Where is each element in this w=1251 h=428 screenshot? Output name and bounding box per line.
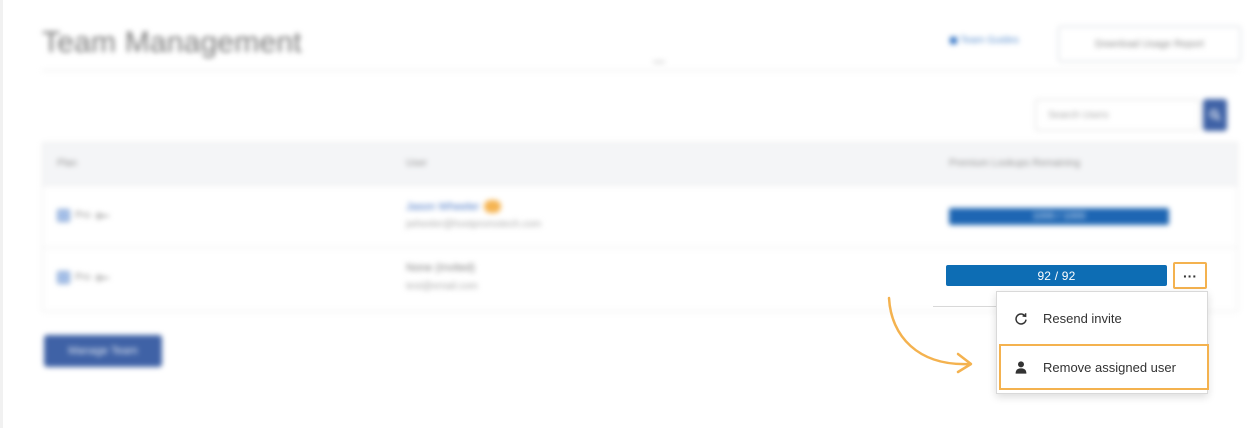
user-icon	[1014, 360, 1028, 374]
menu-item-resend-invite[interactable]: Resend invite	[997, 295, 1207, 342]
pointer-arrow-annotation	[887, 296, 973, 374]
menu-item-label: Resend invite	[1043, 311, 1122, 326]
menu-item-label: Remove assigned user	[1043, 359, 1176, 375]
refresh-icon	[1014, 312, 1028, 326]
row-actions-more-button[interactable]: ···	[1173, 262, 1207, 289]
team-management-page: Team Management Team Guides Download Usa…	[0, 0, 1251, 428]
row-actions-menu: Resend invite Remove assigned user	[996, 291, 1209, 394]
lookups-progress-bar: 92 / 92	[946, 265, 1167, 286]
menu-item-remove-assigned-user[interactable]: Remove assigned user	[999, 344, 1209, 390]
focused-overlay: 92 / 92 ··· Resend invite Remove assigne…	[0, 0, 1251, 428]
